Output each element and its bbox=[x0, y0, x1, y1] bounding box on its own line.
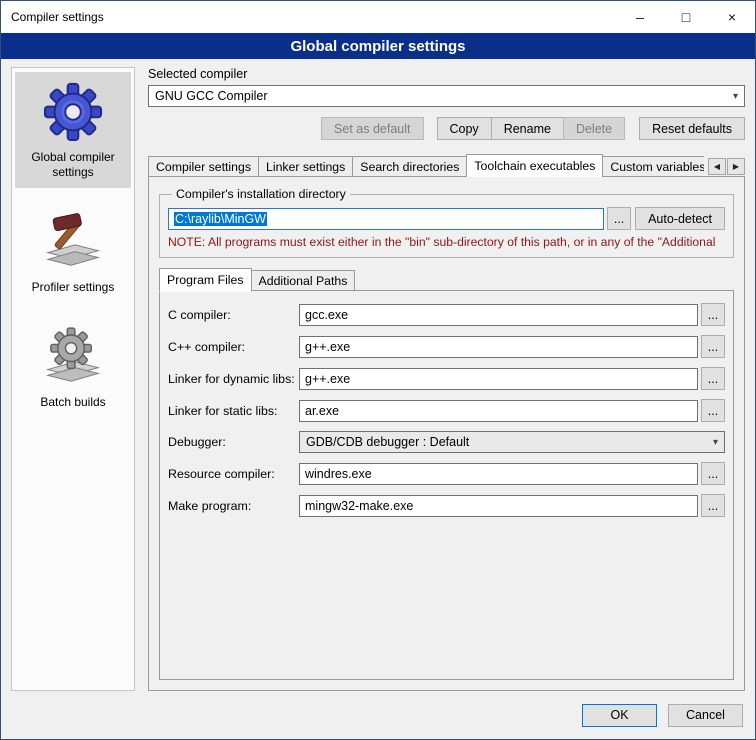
installation-directory-value: C:\raylib\MinGW bbox=[174, 212, 267, 226]
cpp-compiler-browse-button[interactable]: ... bbox=[701, 335, 725, 358]
c-compiler-browse-button[interactable]: ... bbox=[701, 303, 725, 326]
profiler-hammer-icon bbox=[42, 210, 104, 272]
make-program-label: Make program: bbox=[168, 499, 299, 513]
button-group: Copy Rename Delete bbox=[438, 117, 626, 140]
close-icon: × bbox=[728, 9, 736, 25]
window-controls: – □ × bbox=[617, 1, 755, 33]
resource-compiler-label: Resource compiler: bbox=[168, 467, 299, 481]
maximize-button[interactable]: □ bbox=[663, 1, 709, 33]
tab-linker-settings[interactable]: Linker settings bbox=[258, 156, 353, 177]
c-compiler-label: C compiler: bbox=[168, 308, 299, 322]
form-row-c-compiler: C compiler: ... bbox=[168, 303, 725, 326]
sidebar-item-label: Global compiler settings bbox=[17, 150, 129, 180]
form-row-linker-dynamic: Linker for dynamic libs: ... bbox=[168, 367, 725, 390]
sidebar: Global compiler settings Profiler settin… bbox=[11, 67, 135, 691]
auto-detect-button[interactable]: Auto-detect bbox=[635, 207, 725, 230]
tab-scroll-area: Compiler settings Linker settings Search… bbox=[148, 154, 704, 177]
cpp-compiler-input[interactable] bbox=[299, 336, 698, 358]
tab-strip: Compiler settings Linker settings Search… bbox=[148, 154, 745, 177]
c-compiler-input[interactable] bbox=[299, 304, 698, 326]
cancel-button[interactable]: Cancel bbox=[668, 704, 743, 727]
dialog-body: Global compiler settings Profiler settin… bbox=[1, 59, 755, 697]
linker-dynamic-label: Linker for dynamic libs: bbox=[168, 372, 299, 386]
linker-static-input[interactable] bbox=[299, 400, 698, 422]
make-program-browse-button[interactable]: ... bbox=[701, 494, 725, 517]
form-row-resource-compiler: Resource compiler: ... bbox=[168, 462, 725, 485]
delete-button: Delete bbox=[563, 117, 625, 140]
installation-directory-input[interactable]: C:\raylib\MinGW bbox=[168, 208, 604, 230]
sidebar-item-global-compiler-settings[interactable]: Global compiler settings bbox=[15, 72, 131, 188]
debugger-value: GDB/CDB debugger : Default bbox=[306, 435, 707, 449]
window-title: Compiler settings bbox=[11, 10, 104, 24]
minimize-button[interactable]: – bbox=[617, 1, 663, 33]
tab-compiler-settings[interactable]: Compiler settings bbox=[148, 156, 259, 177]
toolchain-executables-panel: Compiler's installation directory C:\ray… bbox=[148, 176, 745, 691]
tab-custom-variables[interactable]: Custom variables bbox=[602, 156, 704, 177]
tab-search-directories[interactable]: Search directories bbox=[352, 156, 467, 177]
sidebar-item-label: Profiler settings bbox=[32, 280, 115, 295]
titlebar: Compiler settings – □ × bbox=[1, 1, 755, 33]
maximize-icon: □ bbox=[682, 9, 690, 25]
main-panel: Selected compiler GNU GCC Compiler ▾ Set… bbox=[148, 67, 745, 691]
sidebar-item-profiler-settings[interactable]: Profiler settings bbox=[15, 202, 131, 303]
sidebar-item-label: Batch builds bbox=[40, 395, 105, 410]
linker-static-label: Linker for static libs: bbox=[168, 404, 299, 418]
selected-compiler-label: Selected compiler bbox=[148, 67, 745, 81]
subtab-program-files[interactable]: Program Files bbox=[159, 268, 252, 292]
gear-gray-icon bbox=[42, 325, 104, 387]
tab-scroll-buttons: ◀ ▶ bbox=[708, 158, 745, 175]
form-row-cpp-compiler: C++ compiler: ... bbox=[168, 335, 725, 358]
compiler-buttons-row: Set as default Copy Rename Delete Reset … bbox=[148, 117, 745, 140]
rename-button[interactable]: Rename bbox=[491, 117, 564, 140]
arrow-left-icon: ◀ bbox=[714, 162, 720, 171]
tab-toolchain-executables[interactable]: Toolchain executables bbox=[466, 154, 603, 177]
gear-blue-icon bbox=[42, 80, 104, 142]
ok-button[interactable]: OK bbox=[582, 704, 657, 727]
installation-directory-browse-button[interactable]: ... bbox=[607, 207, 631, 230]
sidebar-item-batch-builds[interactable]: Batch builds bbox=[15, 317, 131, 418]
selected-compiler-value: GNU GCC Compiler bbox=[155, 89, 727, 103]
make-program-input[interactable] bbox=[299, 495, 698, 517]
dialog-footer: OK Cancel bbox=[1, 697, 755, 739]
form-row-linker-static: Linker for static libs: ... bbox=[168, 399, 725, 422]
resource-compiler-browse-button[interactable]: ... bbox=[701, 462, 725, 485]
tab-scroll-right-button[interactable]: ▶ bbox=[727, 158, 745, 175]
program-files-panel: C compiler: ... C++ compiler: ... Linker… bbox=[159, 290, 734, 680]
chevron-down-icon: ▾ bbox=[733, 91, 738, 102]
debugger-select[interactable]: GDB/CDB debugger : Default ▾ bbox=[299, 431, 725, 453]
chevron-down-icon: ▾ bbox=[713, 437, 718, 448]
arrow-right-icon: ▶ bbox=[733, 162, 739, 171]
form-row-debugger: Debugger: GDB/CDB debugger : Default ▾ bbox=[168, 431, 725, 453]
compiler-settings-window: Compiler settings – □ × Global compiler … bbox=[0, 0, 756, 740]
bin-subdirectory-note: NOTE: All programs must exist either in … bbox=[168, 235, 725, 249]
cpp-compiler-label: C++ compiler: bbox=[168, 340, 299, 354]
linker-static-browse-button[interactable]: ... bbox=[701, 399, 725, 422]
selected-compiler-select[interactable]: GNU GCC Compiler ▾ bbox=[148, 85, 745, 107]
installation-directory-groupbox: Compiler's installation directory C:\ray… bbox=[159, 187, 734, 258]
installation-directory-title: Compiler's installation directory bbox=[172, 187, 350, 201]
installation-directory-row: C:\raylib\MinGW ... Auto-detect bbox=[168, 207, 725, 230]
subtab-strip: Program Files Additional Paths bbox=[159, 268, 734, 291]
copy-button[interactable]: Copy bbox=[437, 117, 492, 140]
resource-compiler-input[interactable] bbox=[299, 463, 698, 485]
subtab-additional-paths[interactable]: Additional Paths bbox=[251, 270, 356, 291]
minimize-icon: – bbox=[636, 9, 644, 25]
debugger-label: Debugger: bbox=[168, 435, 299, 449]
linker-dynamic-input[interactable] bbox=[299, 368, 698, 390]
close-button[interactable]: × bbox=[709, 1, 755, 33]
dialog-header: Global compiler settings bbox=[1, 33, 755, 59]
tab-scroll-left-button[interactable]: ◀ bbox=[708, 158, 726, 175]
reset-defaults-button[interactable]: Reset defaults bbox=[639, 117, 745, 140]
linker-dynamic-browse-button[interactable]: ... bbox=[701, 367, 725, 390]
form-row-make-program: Make program: ... bbox=[168, 494, 725, 517]
set-as-default-button: Set as default bbox=[321, 117, 423, 140]
